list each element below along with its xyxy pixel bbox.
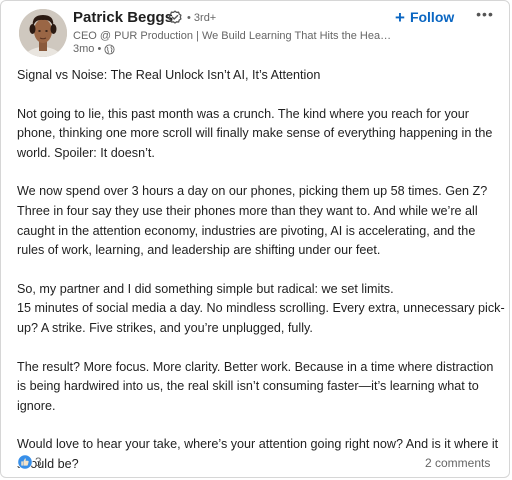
post-paragraph: The result? More focus. More clarity. Be… <box>17 359 494 413</box>
plus-icon: + <box>395 7 405 27</box>
post-paragraph: So, my partner and I did something simpl… <box>17 280 505 339</box>
author-headline: CEO @ PUR Production | We Build Learning… <box>73 30 393 42</box>
more-options-icon[interactable]: ••• <box>475 7 495 23</box>
post-paragraph-line: So, my partner and I did something simpl… <box>17 281 394 296</box>
verified-badge-icon <box>168 10 182 24</box>
post-paragraph-line: 15 minutes of social media a day. No min… <box>17 301 505 335</box>
post-paragraph: Not going to lie, this past month was a … <box>17 106 493 160</box>
post-meta: 3mo • <box>73 43 115 55</box>
follow-label: Follow <box>409 9 455 25</box>
connection-degree: • 3rd+ <box>187 12 217 24</box>
comments-count-link[interactable]: 2 comments <box>425 456 490 470</box>
author-avatar[interactable] <box>19 9 67 57</box>
post-text: Signal vs Noise: The Real Unlock Isn’t A… <box>17 66 505 475</box>
author-name[interactable]: Patrick Beggs <box>73 9 173 26</box>
like-icon <box>17 454 33 470</box>
post-title: Signal vs Noise: The Real Unlock Isn’t A… <box>17 68 321 82</box>
post-time: 3mo • <box>73 43 102 55</box>
follow-button[interactable]: + Follow <box>395 6 454 28</box>
post-paragraph: We now spend over 3 hours a day on our p… <box>17 184 488 258</box>
reactions-summary[interactable]: 3 <box>17 454 42 470</box>
reaction-count: 3 <box>35 455 42 469</box>
globe-icon <box>104 43 115 55</box>
post-card: Patrick Beggs • 3rd+ CEO @ PUR Productio… <box>0 0 510 478</box>
avatar-photo <box>19 9 67 57</box>
